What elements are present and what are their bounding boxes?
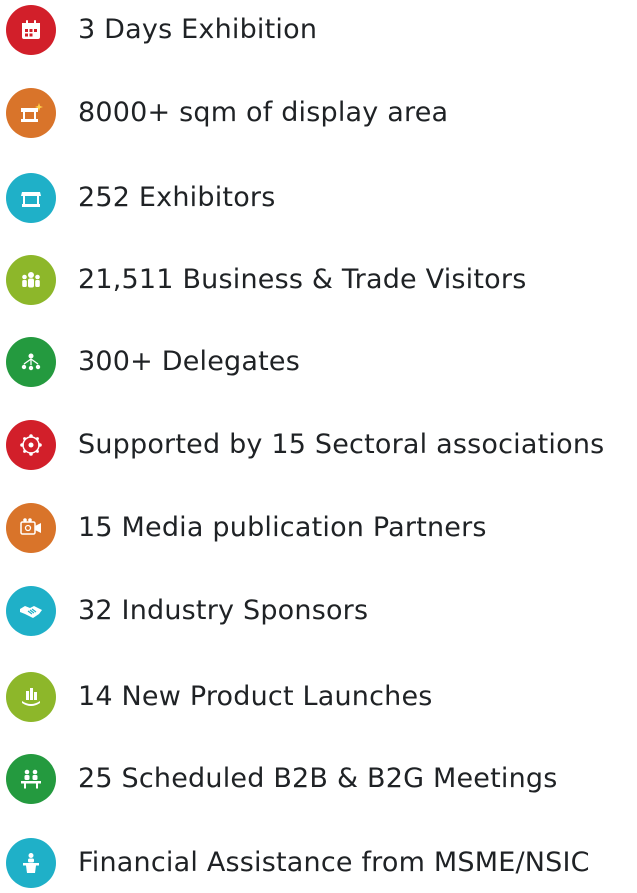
highlight-label: 3 Days Exhibition <box>78 14 318 45</box>
network-people-icon <box>6 337 56 387</box>
highlight-item-product-launches: 14 New Product Launches <box>0 667 637 727</box>
highlight-item-delegates: 300+ Delegates <box>0 332 637 392</box>
highlight-item-sponsors: 32 Industry Sponsors <box>0 581 637 641</box>
highlights-list: 3 Days Exhibition 8000+ sqm of display a… <box>0 0 637 888</box>
highlight-item-visitors: 21,511 Business & Trade Visitors <box>0 250 637 310</box>
highlight-item-meetings: 25 Scheduled B2B & B2G Meetings <box>0 749 637 809</box>
highlight-label: 14 New Product Launches <box>78 681 433 712</box>
highlight-label: 252 Exhibitors <box>78 182 276 213</box>
highlight-label: 15 Media publication Partners <box>78 512 487 543</box>
visitors-group-icon <box>6 255 56 305</box>
media-camera-icon <box>6 503 56 553</box>
highlight-label: 32 Industry Sponsors <box>78 595 369 626</box>
highlight-item-display-area: 8000+ sqm of display area <box>0 83 637 143</box>
product-launch-icon <box>6 672 56 722</box>
highlight-item-exhibitors: 252 Exhibitors <box>0 168 637 228</box>
highlight-label: Supported by 15 Sectoral associations <box>78 429 605 460</box>
highlight-label: 21,511 Business & Trade Visitors <box>78 264 527 295</box>
stall-sparkle-icon <box>6 88 56 138</box>
calendar-icon <box>6 5 56 55</box>
highlight-label: 25 Scheduled B2B & B2G Meetings <box>78 763 558 794</box>
highlight-item-financial-assistance: Financial Assistance from MSME/NSIC <box>0 833 637 893</box>
meeting-table-icon <box>6 754 56 804</box>
highlight-item-days: 3 Days Exhibition <box>0 0 637 60</box>
highlight-label: 8000+ sqm of display area <box>78 97 449 128</box>
highlight-item-media-partners: 15 Media publication Partners <box>0 498 637 558</box>
highlight-label: Financial Assistance from MSME/NSIC <box>78 847 590 878</box>
highlight-label: 300+ Delegates <box>78 346 301 377</box>
speaker-podium-icon <box>6 838 56 888</box>
association-network-icon <box>6 420 56 470</box>
shop-stall-icon <box>6 173 56 223</box>
highlight-item-associations: Supported by 15 Sectoral associations <box>0 415 637 475</box>
handshake-icon <box>6 586 56 636</box>
